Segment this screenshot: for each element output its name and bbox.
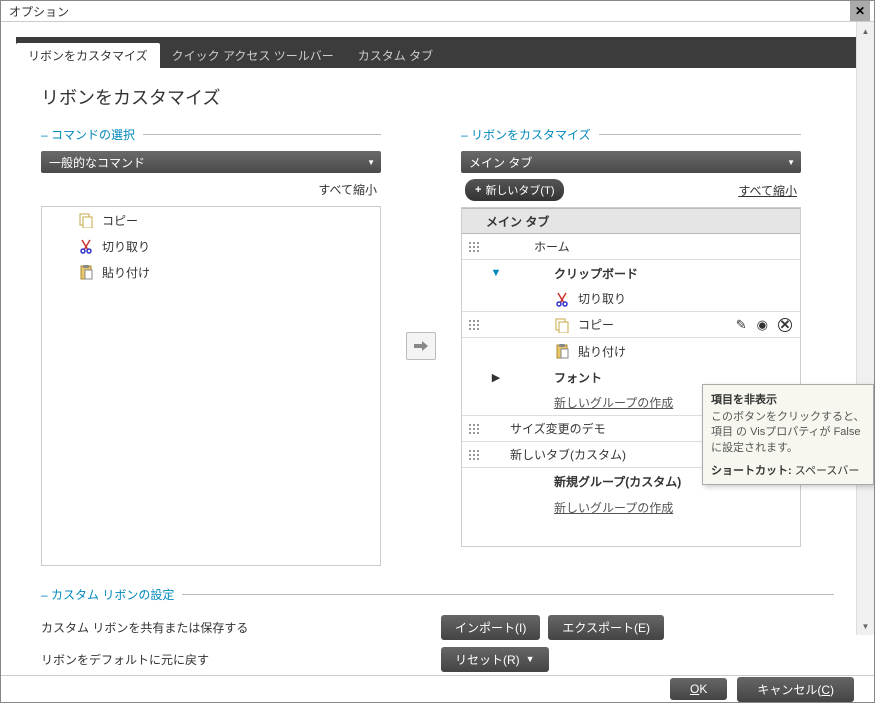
copy-icon — [78, 212, 94, 228]
share-save-label: カスタム リボンを共有または保存する — [41, 619, 441, 636]
import-button-label: インポート(I) — [455, 619, 526, 636]
command-label: 貼り付け — [102, 264, 150, 281]
tree-node-home[interactable]: ホーム — [462, 234, 800, 260]
tree-group-header: メイン タブ — [462, 208, 800, 234]
cancel-button-pre: キャンセル( — [757, 683, 821, 697]
visibility-icon[interactable]: ◉ — [757, 317, 768, 333]
grip-icon[interactable] — [462, 416, 486, 441]
tree-node-label: 新規グループ(カスタム) — [506, 473, 681, 490]
scroll-up-icon[interactable]: ▲ — [857, 22, 874, 40]
vertical-scrollbar[interactable]: ▲ ▼ — [856, 22, 874, 635]
tree-group-header-label: メイン タブ — [486, 213, 549, 230]
edit-icon[interactable]: ✎ — [736, 317, 747, 333]
settings-section-label: カスタム リボンの設定 — [51, 586, 174, 603]
tree-node-label: サイズ変更のデモ — [486, 420, 606, 437]
cancel-button-post: ) — [830, 683, 834, 697]
ribbon-column: – リボンをカスタマイズ メイン タブ + 新しいタブ(T) すべて縮小 — [461, 126, 801, 566]
tooltip-shortcut: ショートカット: スペースバー — [711, 462, 865, 478]
dialog-footer: OK キャンセル(C) — [1, 675, 874, 702]
copy-icon — [554, 317, 570, 333]
scroll-down-icon[interactable]: ▼ — [857, 617, 874, 635]
commands-dropdown-label: 一般的なコマンド — [49, 154, 145, 171]
commands-list: コピー 切り取り 貼り付け — [41, 206, 381, 566]
tree-node-copy[interactable]: コピー ✎ ◉ ✕ — [462, 312, 800, 338]
command-item-cut[interactable]: 切り取り — [42, 233, 380, 259]
reset-button[interactable]: リセット(R) ▼ — [441, 647, 549, 672]
middle-column — [381, 126, 461, 566]
plus-icon: + — [475, 184, 481, 196]
new-tab-button-label: 新しいタブ(T) — [485, 182, 554, 198]
tree-link-label: 新しいグループの作成 — [506, 499, 673, 516]
cancel-button[interactable]: キャンセル(C) — [737, 677, 854, 702]
ribbon-dropdown[interactable]: メイン タブ — [461, 151, 801, 173]
tree-link-label: 新しいグループの作成 — [506, 394, 673, 411]
paste-icon — [78, 264, 94, 280]
command-label: 切り取り — [102, 238, 150, 255]
tree-node-label: 貼り付け — [578, 343, 626, 360]
grip-icon[interactable] — [462, 312, 486, 337]
command-item-copy[interactable]: コピー — [42, 207, 380, 233]
grip-icon[interactable] — [462, 442, 486, 467]
page-title: リボンをカスタマイズ — [41, 84, 834, 110]
expand-icon[interactable]: ▶ — [486, 371, 506, 384]
tooltip-hide-item: 項目を非表示 このボタンをクリックすると、項目 の Visプロパティが Fals… — [702, 384, 874, 485]
commands-column: – コマンドの選択 一般的なコマンド すべて縮小 コピー — [41, 126, 381, 566]
tree-node-label: フォント — [506, 369, 602, 386]
commands-section-label: コマンドの選択 — [51, 126, 135, 143]
tree-new-group-link-2[interactable]: 新しいグループの作成 — [462, 494, 800, 520]
tree-node-label: ホーム — [486, 238, 570, 255]
commands-dropdown[interactable]: 一般的なコマンド — [41, 151, 381, 173]
tooltip-title: 項目を非表示 — [711, 391, 865, 407]
tab-quick-access[interactable]: クイック アクセス ツールバー — [160, 43, 346, 68]
tooltip-shortcut-value: スペースバー — [795, 465, 860, 477]
tab-bar: リボンをカスタマイズ クイック アクセス ツールバー カスタム タブ — [16, 37, 859, 68]
tree-node-label: 切り取り — [578, 290, 626, 307]
tree-node-paste[interactable]: 貼り付け — [462, 338, 800, 364]
reset-label: リボンをデフォルトに元に戻す — [41, 651, 441, 668]
tooltip-body: このボタンをクリックすると、項目 の Visプロパティが False に設定され… — [711, 410, 865, 456]
tree-node-clipboard[interactable]: ▼ クリップボード — [462, 260, 800, 286]
ribbon-section-header: – リボンをカスタマイズ — [461, 126, 801, 143]
delete-icon[interactable]: ✕ — [778, 317, 792, 333]
tree-node-label: コピー — [578, 316, 614, 333]
commands-section-header: – コマンドの選択 — [41, 126, 381, 143]
import-button[interactable]: インポート(I) — [441, 615, 540, 640]
grip-icon[interactable] — [462, 234, 486, 259]
tab-customize-ribbon[interactable]: リボンをカスタマイズ — [16, 43, 160, 68]
move-right-button[interactable] — [406, 332, 436, 360]
tree-node-label: クリップボード — [506, 265, 638, 282]
settings-section-header: – カスタム リボンの設定 — [41, 586, 834, 603]
ribbon-tree: メイン タブ ホーム ▼ クリップボード — [461, 207, 801, 547]
cancel-button-key: C — [821, 683, 830, 697]
commands-collapse-all[interactable]: すべて縮小 — [45, 181, 377, 198]
ribbon-dropdown-label: メイン タブ — [469, 154, 532, 171]
command-item-paste[interactable]: 貼り付け — [42, 259, 380, 285]
export-button[interactable]: エクスポート(E) — [548, 615, 664, 640]
tooltip-shortcut-label: ショートカット: — [711, 465, 792, 477]
cut-icon — [78, 238, 94, 254]
export-button-label: エクスポート(E) — [562, 619, 650, 636]
command-label: コピー — [102, 212, 138, 229]
tab-custom-tab[interactable]: カスタム タブ — [346, 43, 445, 68]
scroll-track[interactable] — [857, 40, 874, 617]
ribbon-collapse-all[interactable]: すべて縮小 — [738, 182, 797, 199]
custom-ribbon-settings: – カスタム リボンの設定 カスタム リボンを共有または保存する インポート(I… — [41, 586, 834, 675]
ribbon-section-label: リボンをカスタマイズ — [471, 126, 591, 143]
close-button[interactable]: ✕ — [850, 1, 870, 21]
titlebar: オプション ✕ — [1, 1, 874, 22]
options-dialog: オプション ✕ リボンをカスタマイズ クイック アクセス ツールバー カスタム … — [0, 0, 875, 703]
collapse-icon[interactable]: ▼ — [486, 267, 506, 279]
cut-icon — [554, 291, 570, 307]
new-tab-button[interactable]: + 新しいタブ(T) — [465, 179, 564, 201]
paste-icon — [554, 343, 570, 359]
reset-button-label: リセット(R) — [455, 651, 520, 668]
ok-button[interactable]: OK — [670, 678, 727, 700]
caret-down-icon: ▼ — [526, 654, 535, 664]
window-title: オプション — [5, 3, 850, 20]
tree-node-cut[interactable]: 切り取り — [462, 286, 800, 312]
content-area: リボンをカスタマイズ – コマンドの選択 一般的なコマンド すべて縮小 — [1, 68, 874, 675]
tree-node-label: 新しいタブ(カスタム) — [486, 446, 626, 463]
